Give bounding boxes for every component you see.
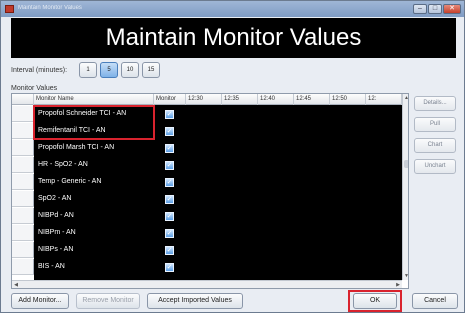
- column-header-time[interactable]: 12:45: [294, 94, 330, 105]
- scroll-down-icon[interactable]: ▼: [403, 272, 408, 280]
- monitor-name-cell[interactable]: NIBPs - AN: [35, 242, 153, 258]
- monitor-checkbox[interactable]: ✓: [165, 161, 174, 170]
- close-button[interactable]: ✕: [443, 4, 461, 14]
- pull-button[interactable]: Pull: [414, 117, 456, 132]
- monitor-name-cell[interactable]: NIBPd - AN: [35, 208, 153, 224]
- highlight-box-ok: [348, 290, 402, 312]
- row-header[interactable]: [12, 106, 34, 122]
- scroll-thumb[interactable]: [404, 160, 408, 168]
- remove-monitor-button[interactable]: Remove Monitor: [76, 293, 140, 309]
- dialog-window: Maintain Monitor Values – □ ✕ Maintain M…: [0, 0, 465, 313]
- cancel-button[interactable]: Cancel: [412, 293, 458, 309]
- column-header-monitor-name[interactable]: Monitor Name: [34, 94, 154, 105]
- row-header[interactable]: [12, 259, 34, 275]
- monitor-values-label: Monitor Values: [11, 85, 58, 92]
- vertical-scrollbar[interactable]: ▲ ▼: [402, 94, 408, 280]
- column-header-time[interactable]: 12:40: [258, 94, 294, 105]
- window-title: Maintain Monitor Values: [18, 5, 82, 11]
- grid-header-row: Monitor Name Monitor 12:30 12:35 12:40 1…: [12, 94, 402, 105]
- scroll-up-icon[interactable]: ▲: [403, 94, 408, 102]
- column-header-monitor[interactable]: Monitor: [154, 94, 186, 105]
- maximize-button[interactable]: □: [428, 4, 442, 14]
- interval-button-15[interactable]: 15: [142, 62, 160, 78]
- highlight-box-tci-rows: [33, 105, 155, 140]
- interval-button-5[interactable]: 5: [100, 62, 118, 78]
- details-button[interactable]: Details...: [414, 96, 456, 111]
- unchart-button[interactable]: Unchart: [414, 159, 456, 174]
- title-bar[interactable]: Maintain Monitor Values – □ ✕: [1, 1, 464, 17]
- minimize-button[interactable]: –: [413, 4, 427, 14]
- row-header[interactable]: [12, 225, 34, 241]
- row-header[interactable]: [12, 174, 34, 190]
- interval-button-1[interactable]: 1: [79, 62, 97, 78]
- row-header[interactable]: [12, 123, 34, 139]
- monitor-checkbox[interactable]: ✓: [165, 178, 174, 187]
- app-icon: [5, 5, 14, 13]
- monitor-checkbox[interactable]: ✓: [165, 263, 174, 272]
- monitor-name-cell[interactable]: HR - SpO2 - AN: [35, 157, 153, 173]
- interval-label: Interval (minutes):: [11, 67, 68, 74]
- column-header-time[interactable]: 12:35: [222, 94, 258, 105]
- row-header[interactable]: [12, 208, 34, 224]
- monitor-name-cell[interactable]: SpO2 - AN: [35, 191, 153, 207]
- row-header-corner: [12, 94, 34, 105]
- monitor-checkbox[interactable]: ✓: [165, 110, 174, 119]
- monitor-name-cell[interactable]: Propofol Marsh TCI - AN: [35, 140, 153, 156]
- scroll-left-icon[interactable]: ◀: [12, 281, 20, 288]
- column-header-time[interactable]: 12:50: [330, 94, 366, 105]
- column-header-time[interactable]: 12:: [366, 94, 402, 105]
- column-header-time[interactable]: 12:30: [186, 94, 222, 105]
- add-monitor-button[interactable]: Add Monitor...: [11, 293, 69, 309]
- monitor-checkbox[interactable]: ✓: [165, 195, 174, 204]
- monitor-checkbox[interactable]: ✓: [165, 212, 174, 221]
- monitor-checkbox[interactable]: ✓: [165, 246, 174, 255]
- monitor-name-cell[interactable]: Temp - Generic - AN: [35, 174, 153, 190]
- monitor-checkbox[interactable]: ✓: [165, 229, 174, 238]
- monitor-checkbox[interactable]: ✓: [165, 127, 174, 136]
- accept-imported-values-button[interactable]: Accept Imported Values: [147, 293, 243, 309]
- page-title: Maintain Monitor Values: [11, 18, 456, 58]
- scroll-right-icon[interactable]: ▶: [394, 281, 402, 288]
- row-header[interactable]: [12, 242, 34, 258]
- row-header[interactable]: [12, 157, 34, 173]
- interval-button-10[interactable]: 10: [121, 62, 139, 78]
- chart-button[interactable]: Chart: [414, 138, 456, 153]
- horizontal-scrollbar[interactable]: ◀ ▶: [12, 280, 402, 288]
- monitor-name-cell[interactable]: NIBPm - AN: [35, 225, 153, 241]
- monitor-checkbox[interactable]: ✓: [165, 144, 174, 153]
- monitor-name-cell[interactable]: BIS - AN: [35, 259, 153, 275]
- row-header[interactable]: [12, 191, 34, 207]
- row-header[interactable]: [12, 140, 34, 156]
